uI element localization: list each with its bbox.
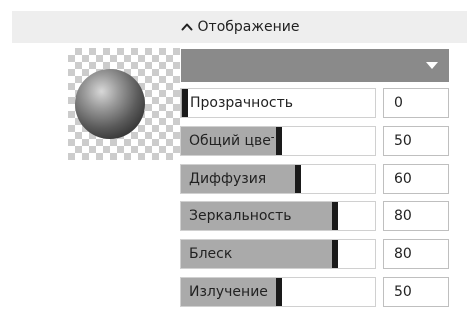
property-label: Прозрачность: [190, 95, 293, 111]
slider-thumb[interactable]: [295, 165, 301, 193]
property-slider[interactable]: Диффузия: [180, 164, 376, 194]
property-value-input[interactable]: [383, 239, 449, 269]
section-header-appearance[interactable]: Отображение: [12, 11, 467, 43]
property-slider[interactable]: Прозрачность: [180, 88, 376, 118]
slider-thumb[interactable]: [276, 127, 282, 155]
property-slider[interactable]: Блеск: [180, 239, 376, 269]
slider-thumb[interactable]: [182, 89, 188, 117]
property-label: Блеск: [189, 246, 233, 262]
property-slider[interactable]: Излучение: [180, 277, 376, 307]
property-slider[interactable]: Общий цвет: [180, 126, 376, 156]
property-slider[interactable]: Зеркальность: [180, 201, 376, 231]
slider-thumb[interactable]: [332, 202, 338, 230]
property-value-input[interactable]: [383, 201, 449, 231]
appearance-panel: Отображение Прозрачность Общий цвет Диффуз…: [0, 0, 467, 330]
property-label: Общий цвет: [189, 133, 274, 149]
section-title: Отображение: [197, 19, 300, 35]
property-row: Прозрачность: [180, 88, 450, 118]
chevron-up-icon[interactable]: [180, 20, 194, 34]
property-row: Излучение: [180, 277, 450, 307]
property-label: Диффузия: [189, 171, 267, 187]
property-value-input[interactable]: [383, 88, 449, 118]
property-label: Излучение: [189, 284, 268, 300]
property-value-input[interactable]: [383, 277, 449, 307]
property-label: Зеркальность: [189, 208, 292, 224]
slider-thumb[interactable]: [276, 278, 282, 306]
caret-down-icon[interactable]: [426, 62, 438, 69]
property-row: Диффузия: [180, 164, 450, 194]
material-dropdown[interactable]: [181, 49, 449, 82]
property-row: Блеск: [180, 239, 450, 269]
property-row: Общий цвет: [180, 126, 450, 156]
property-value-input[interactable]: [383, 164, 449, 194]
slider-thumb[interactable]: [332, 240, 338, 268]
material-preview: [68, 48, 180, 160]
property-value-input[interactable]: [383, 126, 449, 156]
sphere-preview-icon: [75, 69, 145, 139]
property-row: Зеркальность: [180, 201, 450, 231]
